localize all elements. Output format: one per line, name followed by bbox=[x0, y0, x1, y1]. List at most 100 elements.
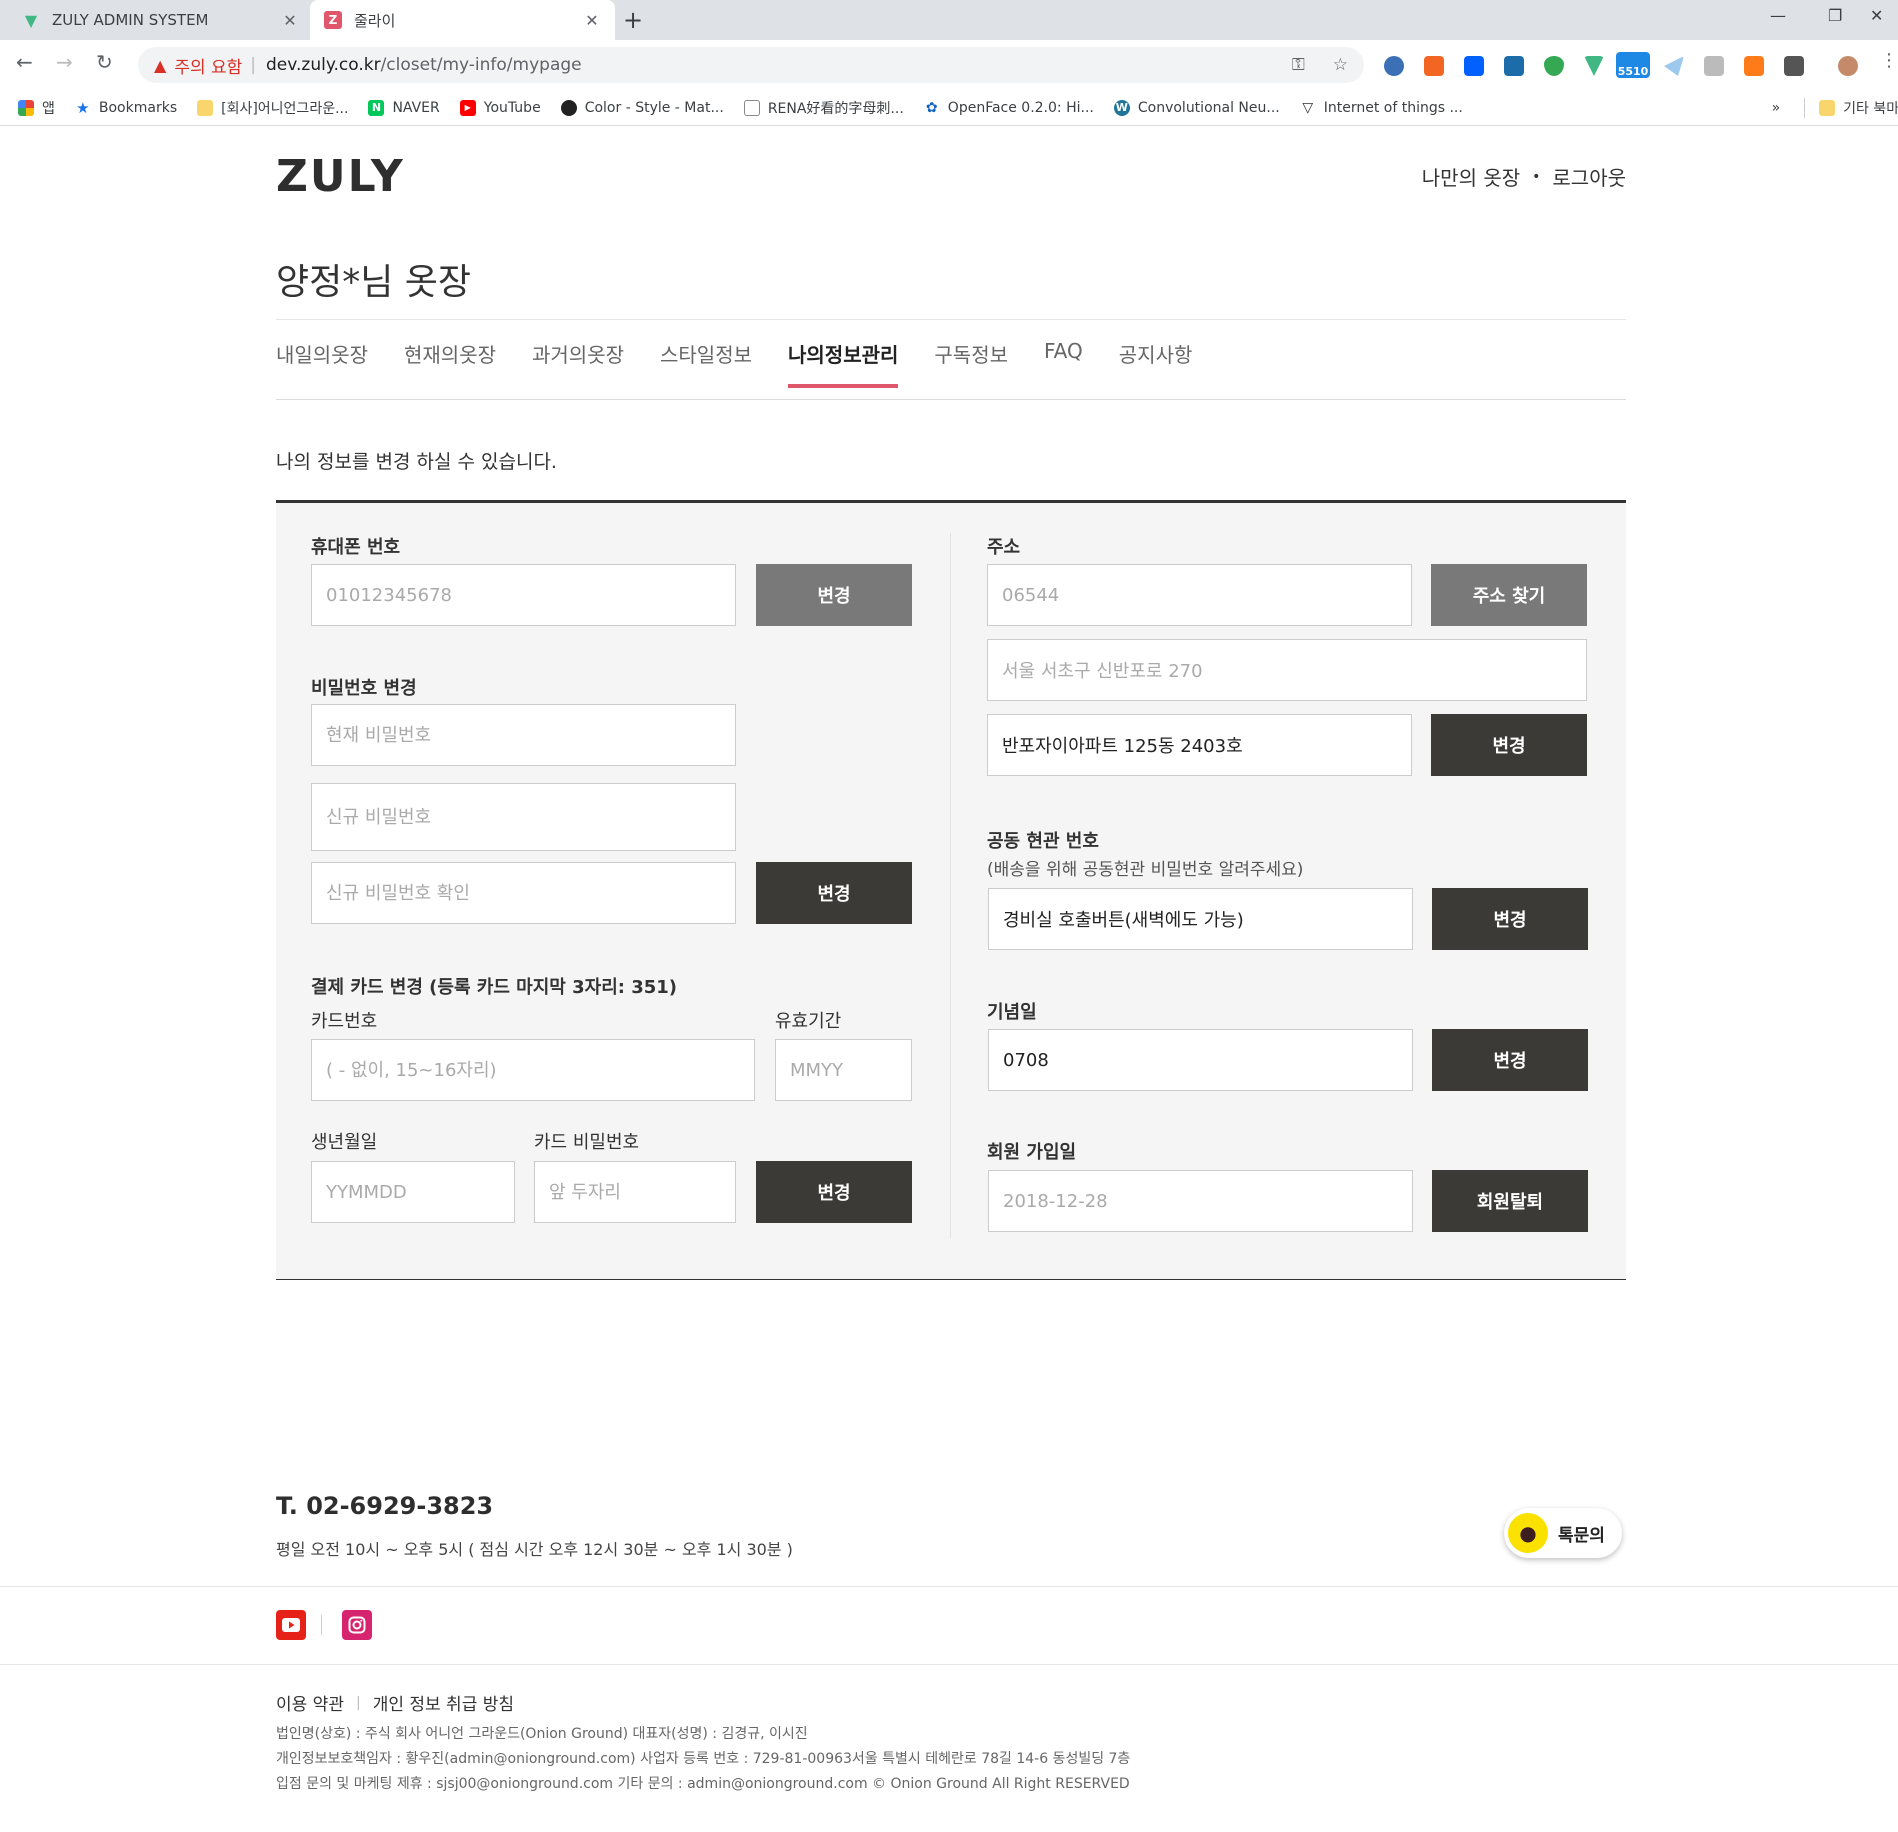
bookmark-bookmarks[interactable]: ★ Bookmarks bbox=[75, 99, 178, 117]
instagram-icon[interactable] bbox=[342, 1610, 372, 1640]
ex-extension-icon[interactable] bbox=[1424, 56, 1444, 76]
minimize-icon[interactable]: — bbox=[1770, 6, 1786, 25]
tab-title: ZULY ADMIN SYSTEM bbox=[52, 11, 209, 29]
phone-input[interactable] bbox=[311, 564, 736, 626]
card-expiry-input[interactable] bbox=[775, 1039, 912, 1101]
company-info-line: 법인명(상호) : 주식 회사 어니언 그라운드(Onion Ground) 대… bbox=[276, 1726, 808, 1742]
security-warning[interactable]: 주의 요함 bbox=[174, 53, 242, 78]
youtube-icon[interactable] bbox=[276, 1610, 306, 1640]
tab-current-closet[interactable]: 현재의옷장 bbox=[404, 339, 496, 388]
bookmark-convolutional[interactable]: W Convolutional Neu... bbox=[1113, 99, 1280, 116]
privacy-link[interactable]: 개인 정보 취급 방침 bbox=[373, 1690, 514, 1715]
restore-icon[interactable]: ❐ bbox=[1828, 6, 1842, 25]
password-change-button[interactable]: 변경 bbox=[756, 862, 912, 924]
bookmark-openface[interactable]: ✿ OpenFace 0.2.0: Hi... bbox=[924, 100, 1094, 116]
address-bar[interactable]: ▲ 주의 요함 | dev.zuly.co.kr /closet/my-info… bbox=[138, 47, 1364, 83]
column-divider bbox=[950, 533, 951, 1238]
tab-past-closet[interactable]: 과거의옷장 bbox=[532, 339, 624, 388]
profile-avatar[interactable] bbox=[1838, 56, 1858, 76]
address1-input[interactable] bbox=[987, 639, 1587, 701]
anniversary-change-button[interactable]: 변경 bbox=[1432, 1029, 1588, 1091]
terms-link[interactable]: 이용 약관 bbox=[276, 1690, 344, 1715]
confirm-password-input[interactable] bbox=[311, 862, 736, 924]
zuly-favicon-icon: Z bbox=[324, 11, 342, 29]
bookmark-naver[interactable]: N NAVER bbox=[368, 99, 440, 116]
bookmark-label: Bookmarks bbox=[98, 99, 178, 116]
close-tab-icon[interactable]: ✕ bbox=[281, 11, 299, 30]
bookmark-apps[interactable]: 앱 bbox=[18, 98, 55, 118]
chart-extension-icon[interactable] bbox=[1744, 56, 1764, 76]
card-label: 결제 카드 변경 (등록 카드 마지막 3자리: 351) bbox=[311, 977, 678, 998]
card-number-input[interactable] bbox=[311, 1039, 755, 1101]
browser-menu-icon[interactable]: ⋮ bbox=[1880, 50, 1898, 71]
address-search-button[interactable]: 주소 찾기 bbox=[1431, 564, 1587, 626]
tab-my-info[interactable]: 나의정보관리 bbox=[788, 339, 899, 388]
company-info: 법인명(상호) : 주식 회사 어니언 그라운드(Onion Ground) 대… bbox=[276, 1722, 1130, 1797]
address2-input[interactable] bbox=[987, 714, 1412, 776]
bookmark-color-style[interactable]: Color - Style - Mat... bbox=[560, 99, 724, 116]
phone-change-button[interactable]: 변경 bbox=[756, 564, 912, 626]
zipcode-input[interactable] bbox=[987, 564, 1412, 626]
browser-tab-admin[interactable]: ▼ ZULY ADMIN SYSTEM ✕ bbox=[8, 0, 313, 40]
new-password-input[interactable] bbox=[311, 783, 736, 851]
address-change-button[interactable]: 변경 bbox=[1431, 714, 1587, 776]
reload-icon[interactable]: ↻ bbox=[96, 50, 113, 74]
tab-notice[interactable]: 공지사항 bbox=[1119, 339, 1193, 388]
divider bbox=[276, 399, 1626, 400]
dropbox-extension-icon[interactable] bbox=[1464, 56, 1484, 76]
rescue-extension-icon[interactable] bbox=[1504, 56, 1524, 76]
shield-extension-icon[interactable] bbox=[1544, 56, 1564, 76]
bookmarks-bar: 앱 ★ Bookmarks [회사]어니언그라운... N NAVER ▶ YouTu… bbox=[0, 90, 1898, 126]
bookmark-label: RENA好看的字母刺... bbox=[767, 100, 904, 117]
current-password-input[interactable] bbox=[311, 704, 736, 766]
bookmark-company[interactable]: [회사]어니언그라운... bbox=[197, 98, 348, 118]
bookmark-rena[interactable]: RENA好看的字母刺... bbox=[743, 98, 904, 118]
logout-link[interactable]: 로그아웃 bbox=[1552, 162, 1626, 191]
card-password-input[interactable] bbox=[534, 1161, 736, 1223]
tab-faq[interactable]: FAQ bbox=[1044, 339, 1083, 388]
send-extension-icon[interactable] bbox=[1664, 56, 1684, 76]
forward-icon[interactable]: → bbox=[56, 50, 73, 74]
info-extension-icon[interactable] bbox=[1784, 56, 1804, 76]
back-icon[interactable]: ← bbox=[16, 50, 33, 74]
new-tab-icon[interactable]: + bbox=[623, 6, 643, 34]
entrance-input[interactable] bbox=[988, 888, 1413, 950]
my-closet-link[interactable]: 나만의 옷장 bbox=[1422, 162, 1520, 191]
folder-icon bbox=[1819, 100, 1836, 116]
closet-tabs: 내일의옷장 현재의옷장 과거의옷장 스타일정보 나의정보관리 구독정보 FAQ … bbox=[276, 339, 1228, 388]
entrance-change-button[interactable]: 변경 bbox=[1432, 888, 1588, 950]
draw-extension-icon[interactable] bbox=[1704, 56, 1724, 76]
tab-subscription[interactable]: 구독정보 bbox=[934, 339, 1008, 388]
withdraw-button[interactable]: 회원탈퇴 bbox=[1432, 1170, 1588, 1232]
badge-extension-icon[interactable]: 5510 bbox=[1616, 52, 1650, 78]
close-tab-icon[interactable]: ✕ bbox=[583, 11, 601, 30]
zuly-logo[interactable]: ZULY bbox=[276, 151, 405, 202]
other-bookmarks[interactable]: 기타 북마크 bbox=[1843, 98, 1898, 118]
legal-links: 이용 약관 | 개인 정보 취급 방침 bbox=[276, 1690, 514, 1716]
star-icon[interactable]: ☆ bbox=[1333, 55, 1348, 75]
vue-devtools-icon[interactable] bbox=[1584, 56, 1604, 76]
tab-style-info[interactable]: 스타일정보 bbox=[660, 339, 752, 388]
anniversary-input[interactable] bbox=[988, 1029, 1413, 1091]
bookmarks-more-icon[interactable]: » bbox=[1772, 100, 1781, 116]
apps-grid-icon bbox=[18, 99, 34, 116]
card-password-label: 카드 비밀번호 bbox=[534, 1132, 640, 1153]
birth-input[interactable] bbox=[311, 1161, 515, 1223]
browser-tab-bar: ▼ ZULY ADMIN SYSTEM ✕ Z 줄라이 ✕ + — ❐ ✕ bbox=[0, 0, 1898, 40]
card-change-button[interactable]: 변경 bbox=[756, 1161, 912, 1223]
wordpress-icon: W bbox=[1113, 99, 1130, 116]
footer-divider bbox=[0, 1664, 1898, 1665]
key-icon[interactable]: ⚿ bbox=[1292, 55, 1305, 75]
browser-tab-zuly[interactable]: Z 줄라이 ✕ bbox=[310, 0, 615, 40]
kakao-talk-button[interactable]: ● 톡문의 bbox=[1504, 1508, 1622, 1558]
company-info-line: 개인정보보호책임자 : 황우진(admin@onionground.com) 사… bbox=[276, 1751, 1131, 1767]
join-date-input[interactable] bbox=[988, 1170, 1413, 1232]
phone-label: 휴대폰 번호 bbox=[311, 537, 401, 558]
bookmarks-divider bbox=[1804, 98, 1806, 118]
bookmark-youtube[interactable]: ▶ YouTube bbox=[459, 99, 541, 116]
close-window-icon[interactable]: ✕ bbox=[1870, 6, 1883, 25]
tab-tomorrow-closet[interactable]: 내일의옷장 bbox=[276, 339, 368, 388]
card-expiry-label: 유효기간 bbox=[775, 1011, 842, 1032]
globe-extension-icon[interactable] bbox=[1384, 56, 1404, 76]
bookmark-iot[interactable]: ▽ Internet of things ... bbox=[1300, 100, 1462, 116]
